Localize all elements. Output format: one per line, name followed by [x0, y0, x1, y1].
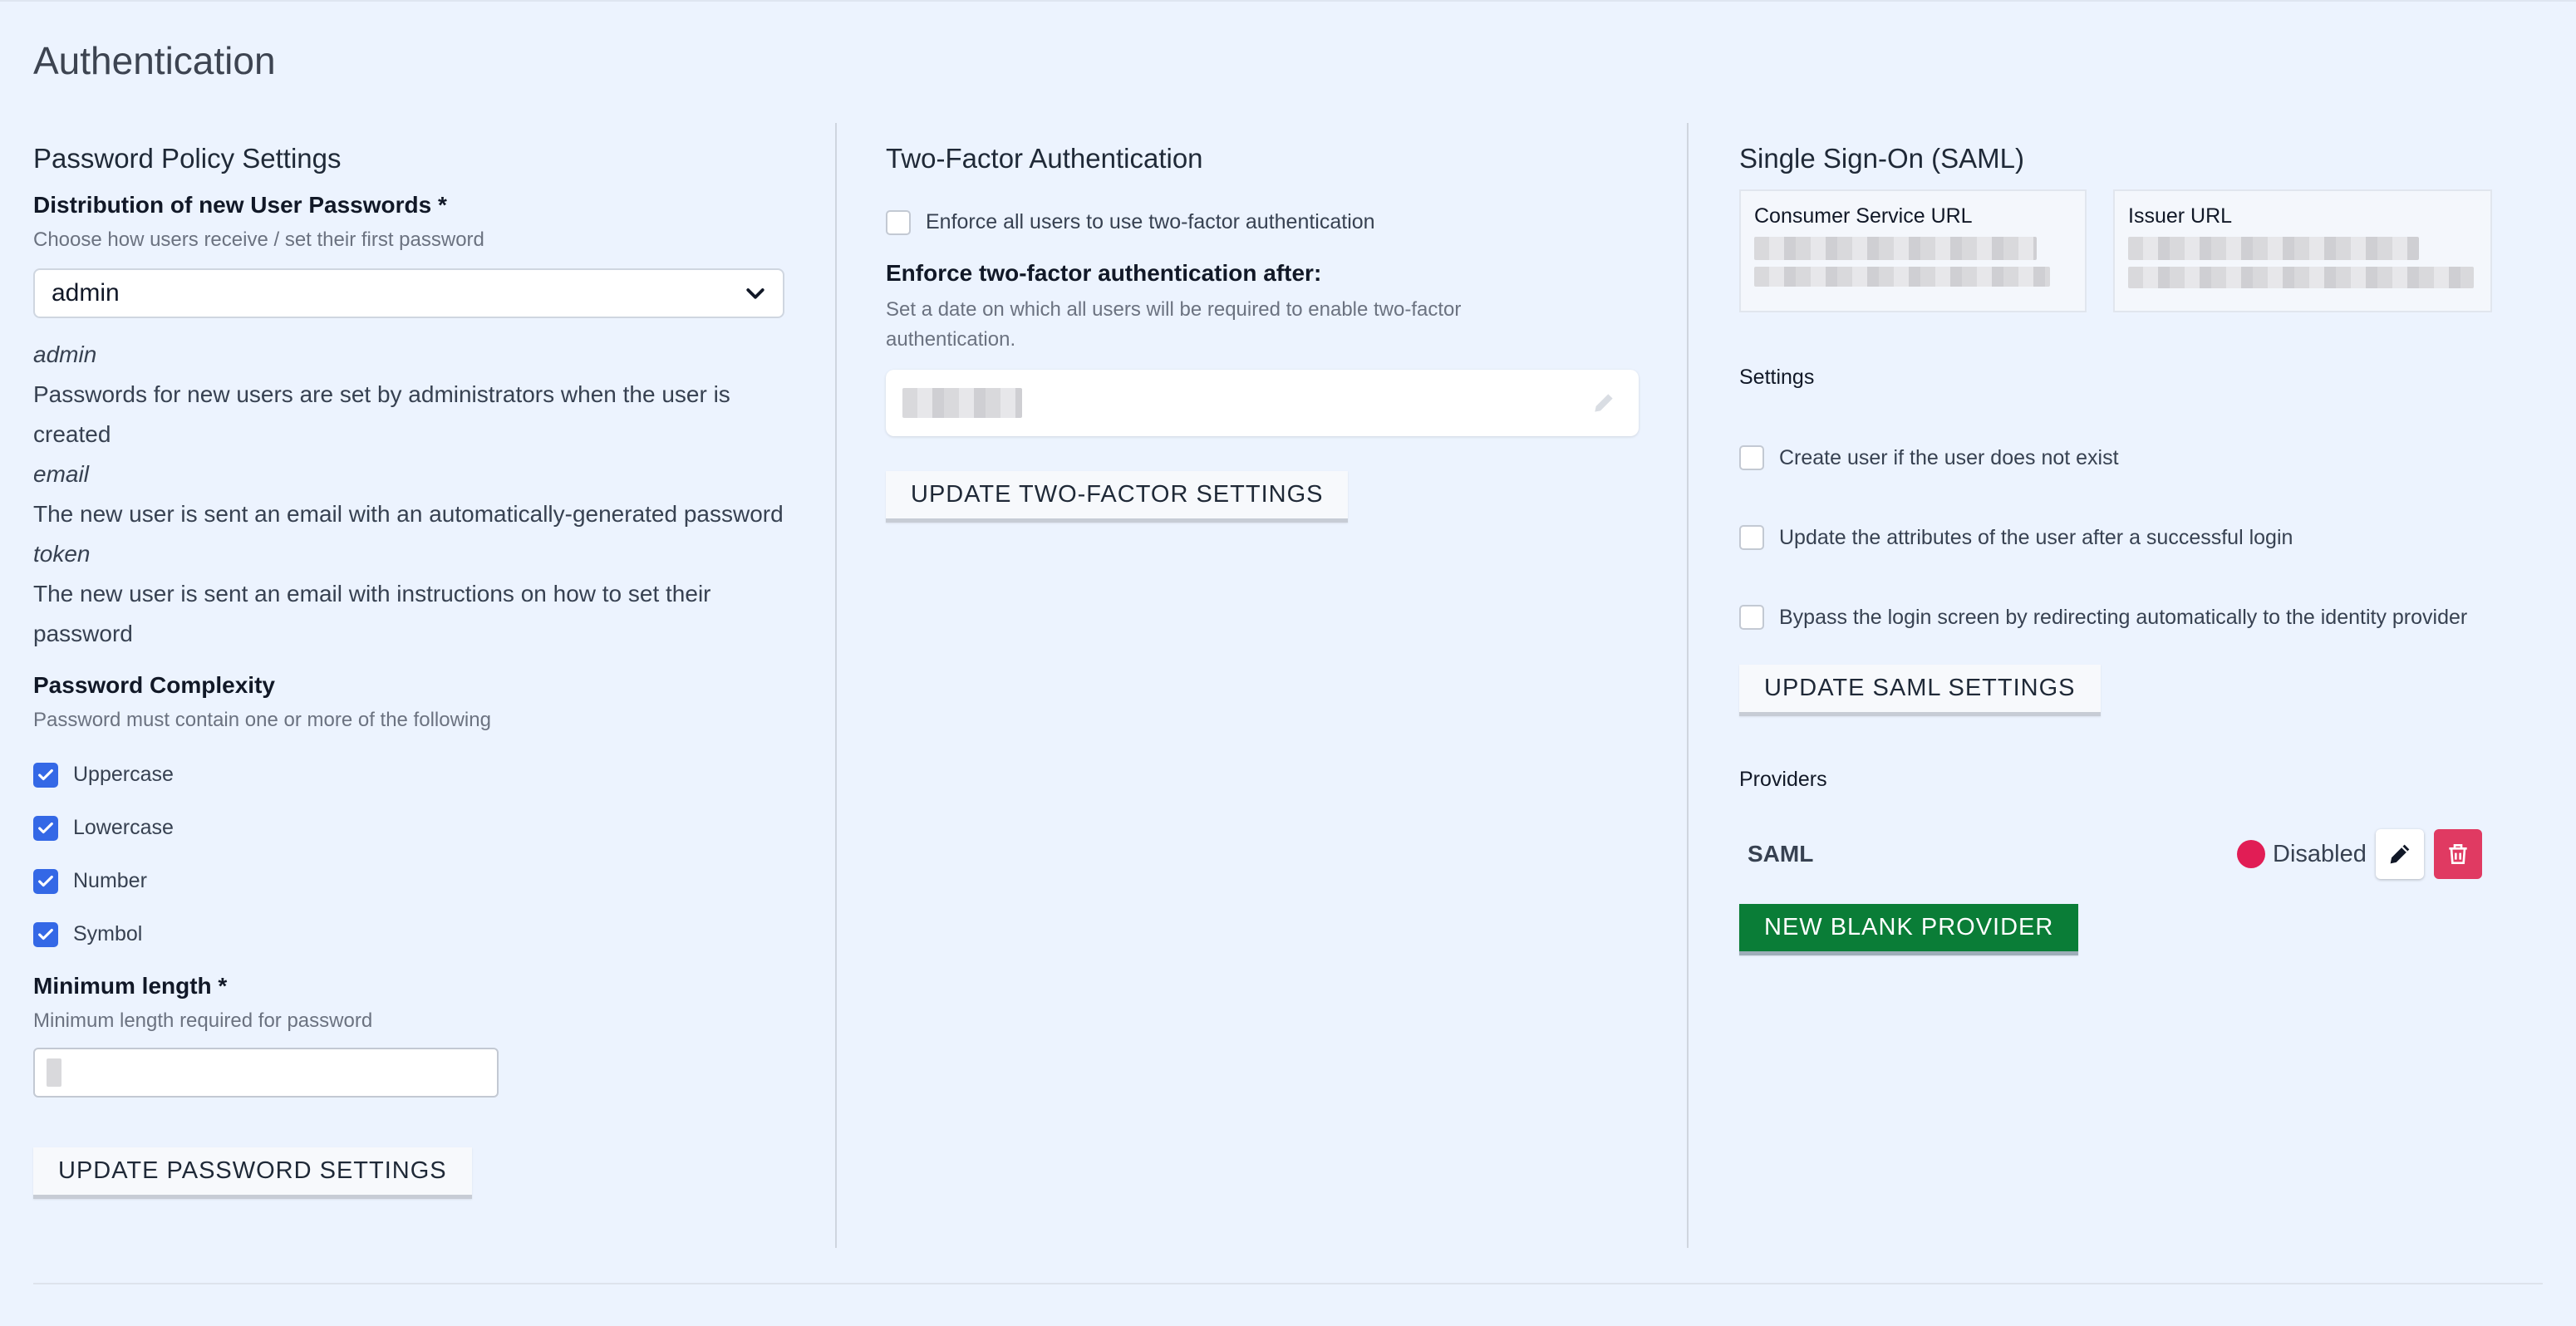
- two-factor-title: Two-Factor Authentication: [886, 143, 1203, 174]
- desc-term-admin: admin: [33, 341, 97, 367]
- password-policy-title: Password Policy Settings: [33, 143, 342, 174]
- delete-provider-button[interactable]: [2434, 829, 2482, 879]
- providers-label: Providers: [1739, 768, 1827, 791]
- desc-term-token: token: [33, 540, 91, 567]
- desc-text-email: The new user is sent an email with an au…: [33, 500, 784, 527]
- two-factor-section: Two-Factor Authentication Enforce all us…: [886, 123, 1639, 523]
- password-policy-section: Password Policy Settings Distribution of…: [33, 123, 784, 1199]
- saml-settings-label: Settings: [1739, 366, 1815, 389]
- issuer-url-redacted: [2128, 267, 2474, 288]
- issuer-url-box: Issuer URL: [2113, 189, 2492, 312]
- top-border: [0, 0, 2576, 2]
- min-length-value-redacted: [47, 1058, 61, 1087]
- update-attributes-checkbox[interactable]: [1739, 525, 1764, 550]
- update-password-settings-button[interactable]: UPDATE PASSWORD SETTINGS: [33, 1147, 472, 1199]
- number-label: Number: [73, 869, 147, 893]
- distribution-descriptions: admin Passwords for new users are set by…: [33, 335, 784, 654]
- saml-create-user-row[interactable]: Create user if the user does not exist: [1739, 445, 2119, 470]
- trash-icon: [2449, 844, 2467, 864]
- check-icon: [38, 928, 53, 940]
- distribution-select[interactable]: admin: [33, 268, 784, 318]
- uppercase-label: Uppercase: [73, 763, 174, 787]
- distribution-select-value: admin: [52, 278, 120, 307]
- distribution-help: Choose how users receive / set their fir…: [33, 228, 484, 251]
- saml-title: Single Sign-On (SAML): [1739, 143, 2024, 174]
- lowercase-label: Lowercase: [73, 816, 174, 840]
- distribution-label: Distribution of new User Passwords *: [33, 191, 447, 218]
- complexity-symbol[interactable]: Symbol: [33, 908, 784, 961]
- column-divider: [835, 123, 837, 1248]
- number-checkbox[interactable]: [33, 868, 58, 894]
- saml-section: Single Sign-On (SAML): [1739, 123, 2537, 177]
- provider-row: SAML Disabled: [1739, 828, 2487, 881]
- lowercase-checkbox[interactable]: [33, 815, 58, 841]
- complexity-number[interactable]: Number: [33, 855, 784, 908]
- enforce-date-value-redacted: [902, 387, 1022, 418]
- enforce-all-row[interactable]: Enforce all users to use two-factor auth…: [886, 209, 1639, 235]
- update-saml-settings-button[interactable]: UPDATE SAML SETTINGS: [1739, 665, 2101, 716]
- bypass-login-label: Bypass the login screen by redirecting a…: [1779, 605, 2468, 629]
- update-attributes-label: Update the attributes of the user after …: [1779, 525, 2293, 549]
- uppercase-checkbox[interactable]: [33, 762, 58, 788]
- min-length-label: Minimum length *: [33, 972, 228, 999]
- consumer-service-url-box: Consumer Service URL: [1739, 189, 2087, 312]
- enforce-all-checkbox[interactable]: [886, 209, 911, 235]
- complexity-lowercase[interactable]: Lowercase: [33, 802, 784, 855]
- saml-bypass-login-row[interactable]: Bypass the login screen by redirecting a…: [1739, 605, 2467, 630]
- status-dot: [2237, 840, 2265, 868]
- chevron-down-icon: [746, 288, 764, 299]
- issuer-url-redacted: [2128, 237, 2419, 260]
- bypass-login-checkbox[interactable]: [1739, 605, 1764, 630]
- complexity-help: Password must contain one or more of the…: [33, 708, 491, 731]
- complexity-uppercase[interactable]: Uppercase: [33, 749, 784, 802]
- enforce-all-label: Enforce all users to use two-factor auth…: [926, 210, 1375, 234]
- footer-divider: [33, 1283, 2543, 1284]
- saml-update-attributes-row[interactable]: Update the attributes of the user after …: [1739, 525, 2293, 550]
- desc-text-admin: Passwords for new users are set by admin…: [33, 381, 730, 447]
- enforce-after-help: Set a date on which all users will be re…: [886, 297, 1462, 351]
- consumer-service-url-redacted: [1754, 267, 2050, 287]
- update-two-factor-settings-button[interactable]: UPDATE TWO-FACTOR SETTINGS: [886, 470, 1349, 523]
- pencil-icon[interactable]: [1590, 390, 1617, 416]
- pencil-icon: [2390, 844, 2410, 864]
- enforce-date-input[interactable]: [886, 369, 1639, 436]
- issuer-url-label: Issuer URL: [2128, 204, 2233, 228]
- page-title: Authentication: [33, 39, 276, 82]
- column-divider: [1687, 123, 1689, 1248]
- consumer-service-url-redacted: [1754, 237, 2037, 260]
- edit-provider-button[interactable]: [2376, 829, 2424, 879]
- provider-status: Disabled: [2273, 841, 2367, 867]
- check-icon: [38, 822, 53, 834]
- symbol-label: Symbol: [73, 922, 143, 946]
- desc-term-email: email: [33, 460, 89, 487]
- enforce-after-label: Enforce two-factor authentication after:: [886, 259, 1322, 286]
- check-icon: [38, 875, 53, 887]
- desc-text-token: The new user is sent an email with instr…: [33, 580, 711, 646]
- symbol-checkbox[interactable]: [33, 921, 58, 947]
- create-user-checkbox[interactable]: [1739, 445, 1764, 470]
- create-user-label: Create user if the user does not exist: [1779, 445, 2119, 469]
- new-blank-provider-button[interactable]: NEW BLANK PROVIDER: [1739, 904, 2079, 955]
- min-length-input[interactable]: [33, 1047, 499, 1098]
- complexity-label: Password Complexity: [33, 671, 275, 698]
- min-length-help: Minimum length required for password: [33, 1009, 373, 1032]
- provider-name: SAML: [1748, 841, 1814, 867]
- check-icon: [38, 769, 53, 781]
- consumer-service-url-label: Consumer Service URL: [1754, 204, 1973, 228]
